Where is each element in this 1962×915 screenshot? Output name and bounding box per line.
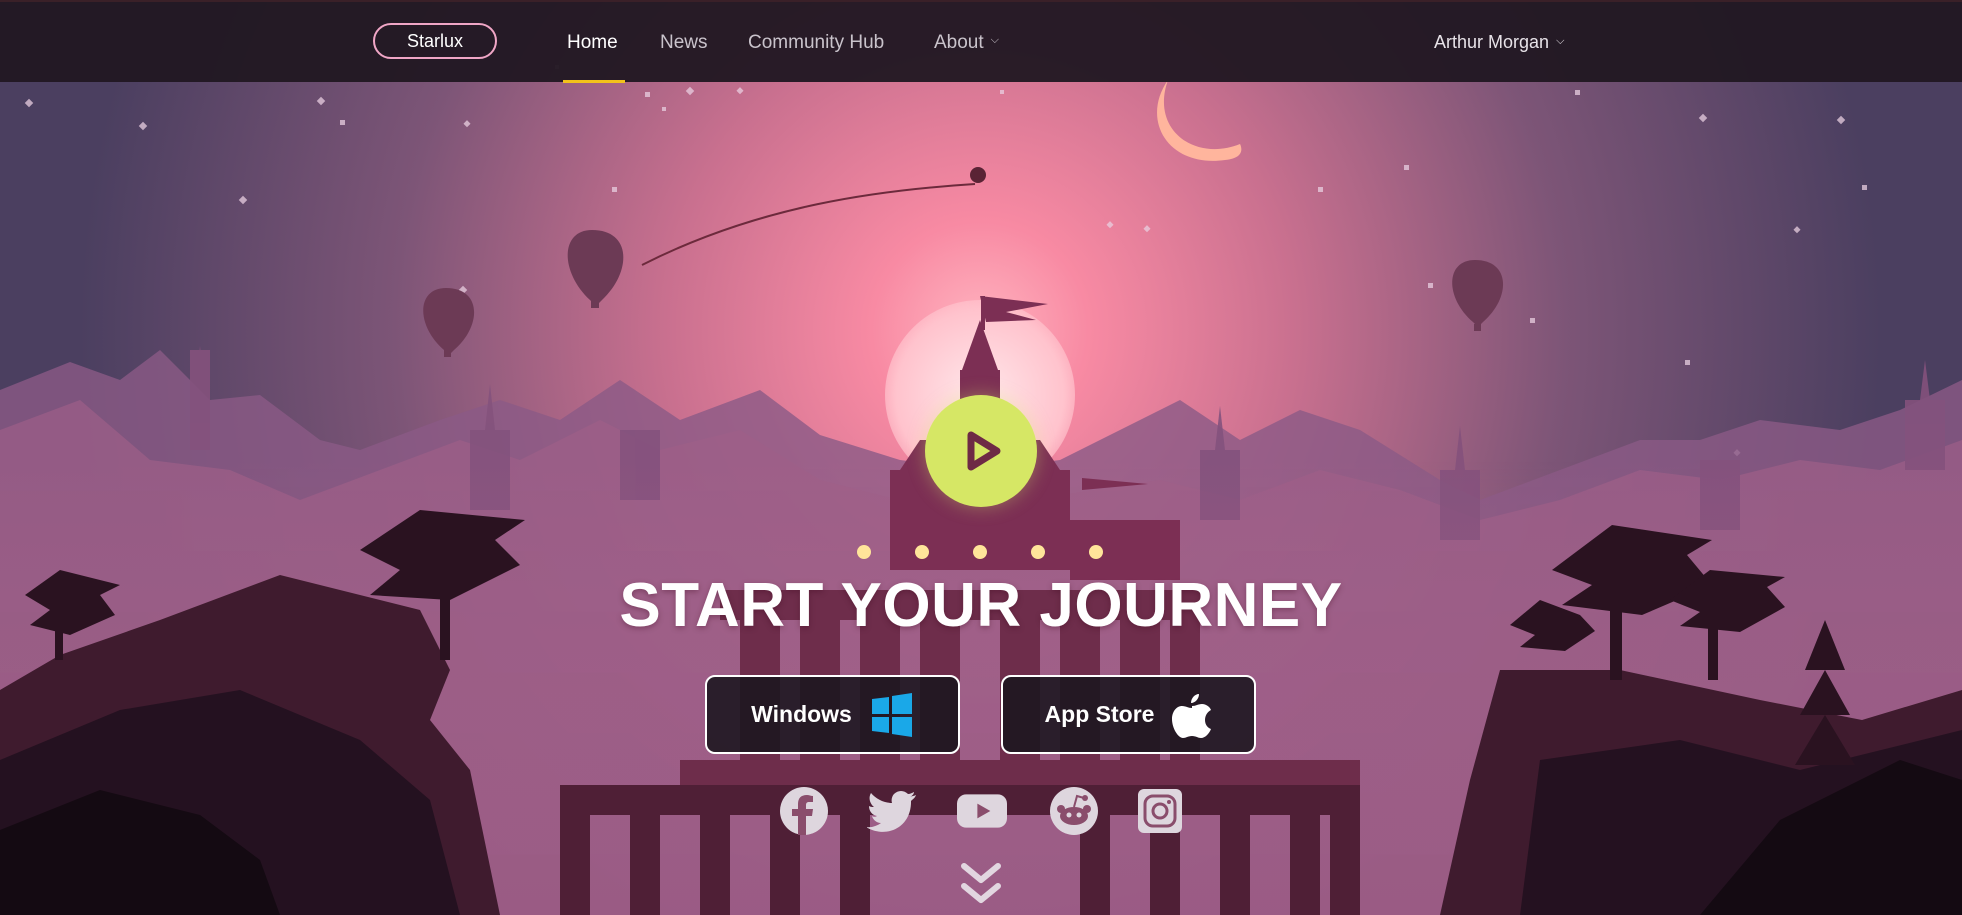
download-windows-button[interactable]: Windows (705, 675, 960, 754)
brand-logo-button[interactable]: Starlux (373, 23, 497, 59)
twitter-link[interactable] (867, 786, 917, 836)
windows-icon (871, 692, 912, 737)
nav-link-news[interactable]: News (660, 32, 708, 54)
double-chevron-down-icon[interactable] (960, 862, 1002, 906)
youtube-icon (957, 794, 1007, 828)
download-windows-label: Windows (751, 701, 852, 727)
top-nav-bar: Starlux Home News Community Hub About ⌵ A… (0, 0, 1962, 83)
twitter-icon (867, 791, 916, 832)
hero-headline: START YOUR JOURNEY (619, 571, 1343, 640)
chevron-down-icon: ⌵ (990, 34, 999, 47)
active-nav-indicator (563, 80, 625, 83)
nav-link-about[interactable]: About ⌵ (934, 32, 999, 54)
play-trailer-button[interactable] (925, 395, 1037, 507)
reddit-icon (1050, 787, 1098, 835)
nav-link-about-label: About (934, 32, 984, 53)
user-menu[interactable]: Arthur Morgan ⌵ (1434, 32, 1564, 53)
instagram-link[interactable] (1135, 786, 1185, 836)
reddit-link[interactable] (1049, 786, 1099, 836)
apple-icon (1172, 693, 1212, 738)
nav-link-home[interactable]: Home (567, 32, 618, 54)
instagram-icon (1138, 789, 1182, 833)
download-app-store-label: App Store (1044, 701, 1155, 727)
youtube-link[interactable] (957, 786, 1007, 836)
user-name: Arthur Morgan (1434, 32, 1550, 52)
nav-link-community-hub[interactable]: Community Hub (748, 32, 884, 54)
chevron-down-icon: ⌵ (1556, 34, 1565, 47)
facebook-link[interactable] (779, 786, 829, 836)
play-icon (967, 431, 1001, 471)
facebook-icon (780, 787, 828, 835)
download-app-store-button[interactable]: App Store (1001, 675, 1256, 754)
